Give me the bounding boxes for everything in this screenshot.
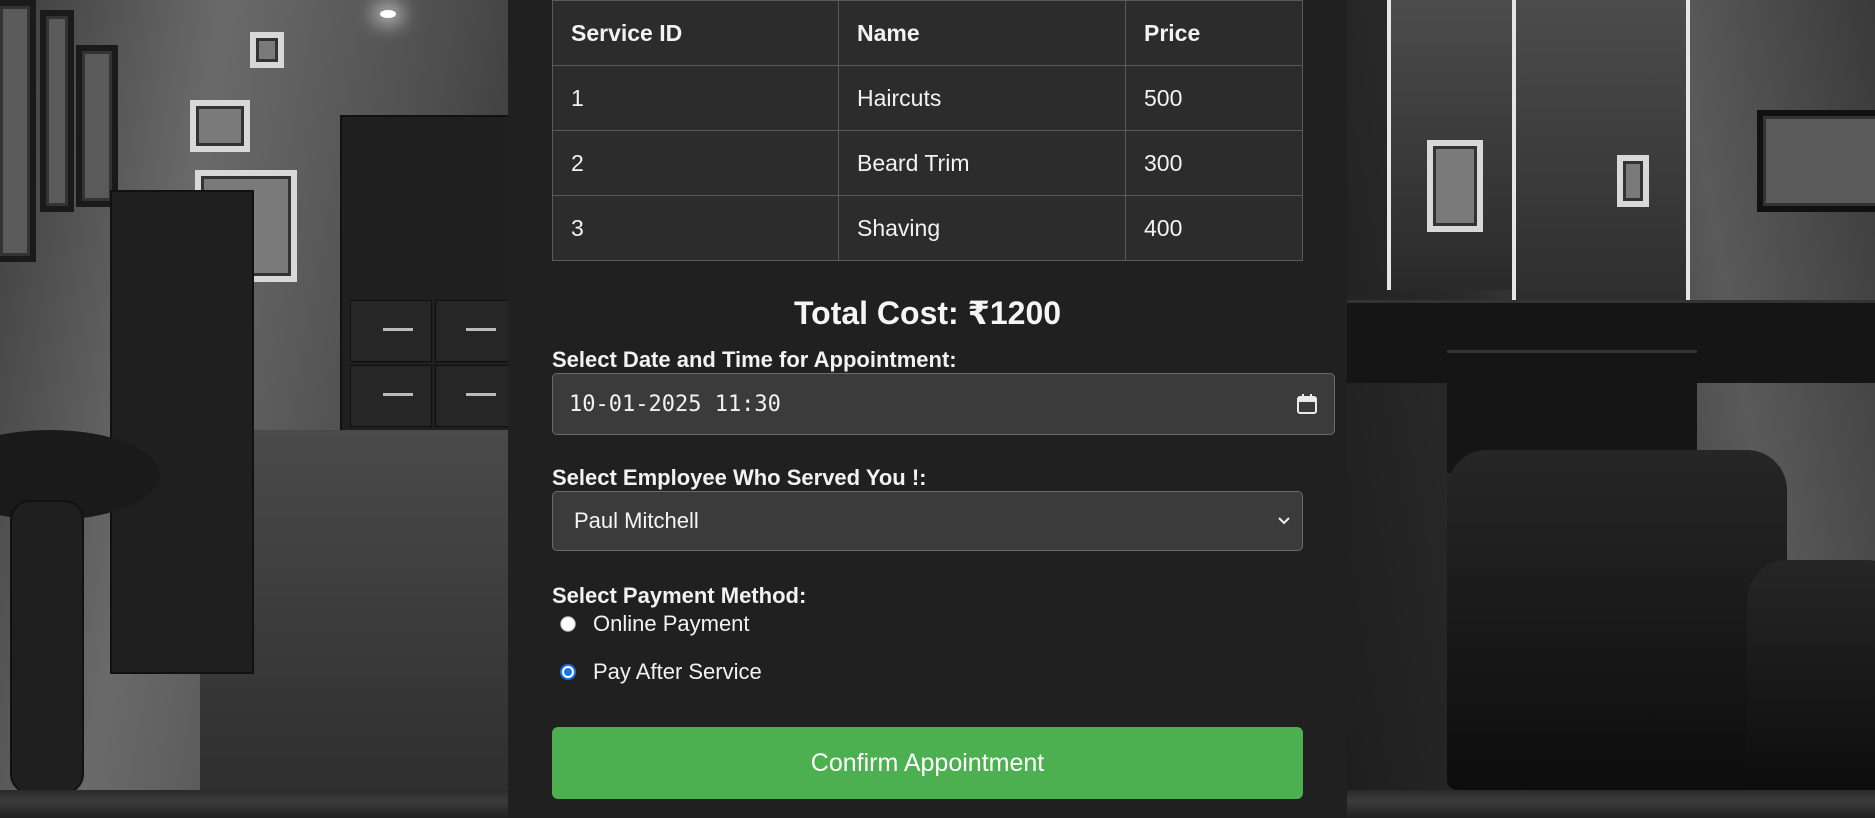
employee-select[interactable]: Paul Mitchell: [552, 491, 1303, 551]
table-pedestal: [10, 500, 84, 790]
appointment-datetime-label: Select Date and Time for Appointment:: [552, 347, 957, 372]
booking-panel: Service ID Name Price 1 Haircuts 500 2 B…: [508, 0, 1347, 818]
booking-content: Service ID Name Price 1 Haircuts 500 2 B…: [552, 0, 1335, 799]
payment-method-label: Select Payment Method:: [552, 583, 807, 608]
cell-name: Shaving: [838, 195, 1126, 261]
cell-service-id: 1: [552, 65, 839, 131]
cell-price: 400: [1125, 195, 1303, 261]
radio-label-pay-after-service[interactable]: Pay After Service: [593, 659, 762, 685]
services-table: Service ID Name Price 1 Haircuts 500 2 B…: [552, 0, 1303, 261]
table-header-row: Service ID Name Price: [552, 0, 1303, 66]
appointment-datetime-value[interactable]: 10-01-2025 11:30: [569, 392, 781, 417]
wall-frame: [76, 45, 118, 207]
wall-frame: [0, 0, 36, 262]
header-price: Price: [1125, 0, 1303, 66]
cell-service-id: 2: [552, 130, 839, 196]
wall-frame: [1427, 140, 1483, 232]
cabinet-drawer: [435, 300, 508, 362]
cell-service-id: 3: [552, 195, 839, 261]
wall-frame: [250, 32, 284, 68]
cell-price: 300: [1125, 130, 1303, 196]
wall-frame: [40, 10, 74, 212]
background-left-scene: [0, 0, 508, 790]
cabinet-drawer: [350, 365, 432, 427]
radio-pay-after-service[interactable]: [560, 664, 576, 680]
table-row: 1 Haircuts 500: [552, 65, 1303, 131]
employee-label: Select Employee Who Served You !:: [552, 465, 927, 490]
header-name: Name: [838, 0, 1126, 66]
header-service-id: Service ID: [552, 0, 839, 66]
appointment-datetime-input[interactable]: 10-01-2025 11:30: [552, 373, 1335, 435]
cabinet-drawer: [350, 300, 432, 362]
wall-frame: [190, 100, 250, 152]
cell-name: Haircuts: [838, 65, 1126, 131]
background-right-scene: [1347, 0, 1875, 790]
payment-option-online[interactable]: Online Payment: [552, 609, 1303, 639]
employee-selected-value[interactable]: Paul Mitchell: [574, 508, 699, 534]
light-switch: [1617, 155, 1649, 207]
table-row: 2 Beard Trim 300: [552, 130, 1303, 196]
chair-arm: [1747, 560, 1875, 790]
chevron-down-icon[interactable]: [1276, 508, 1292, 534]
calendar-icon[interactable]: [1296, 393, 1318, 415]
ceiling-light: [380, 10, 396, 18]
cell-name: Beard Trim: [838, 130, 1126, 196]
total-cost: Total Cost: ₹1200: [793, 295, 1062, 331]
barber-chair: [1447, 450, 1787, 790]
station-cabinet: [110, 190, 254, 674]
payment-option-after-service[interactable]: Pay After Service: [552, 657, 1303, 687]
wall-frame: [1757, 110, 1875, 212]
table-row: 3 Shaving 400: [552, 195, 1303, 261]
confirm-appointment-button[interactable]: Confirm Appointment: [552, 727, 1303, 799]
radio-online-payment[interactable]: [560, 616, 576, 632]
radio-label-online-payment[interactable]: Online Payment: [593, 611, 750, 637]
cabinet-drawer: [435, 365, 508, 427]
wall-mirror: [1512, 0, 1690, 340]
cell-price: 500: [1125, 65, 1303, 131]
